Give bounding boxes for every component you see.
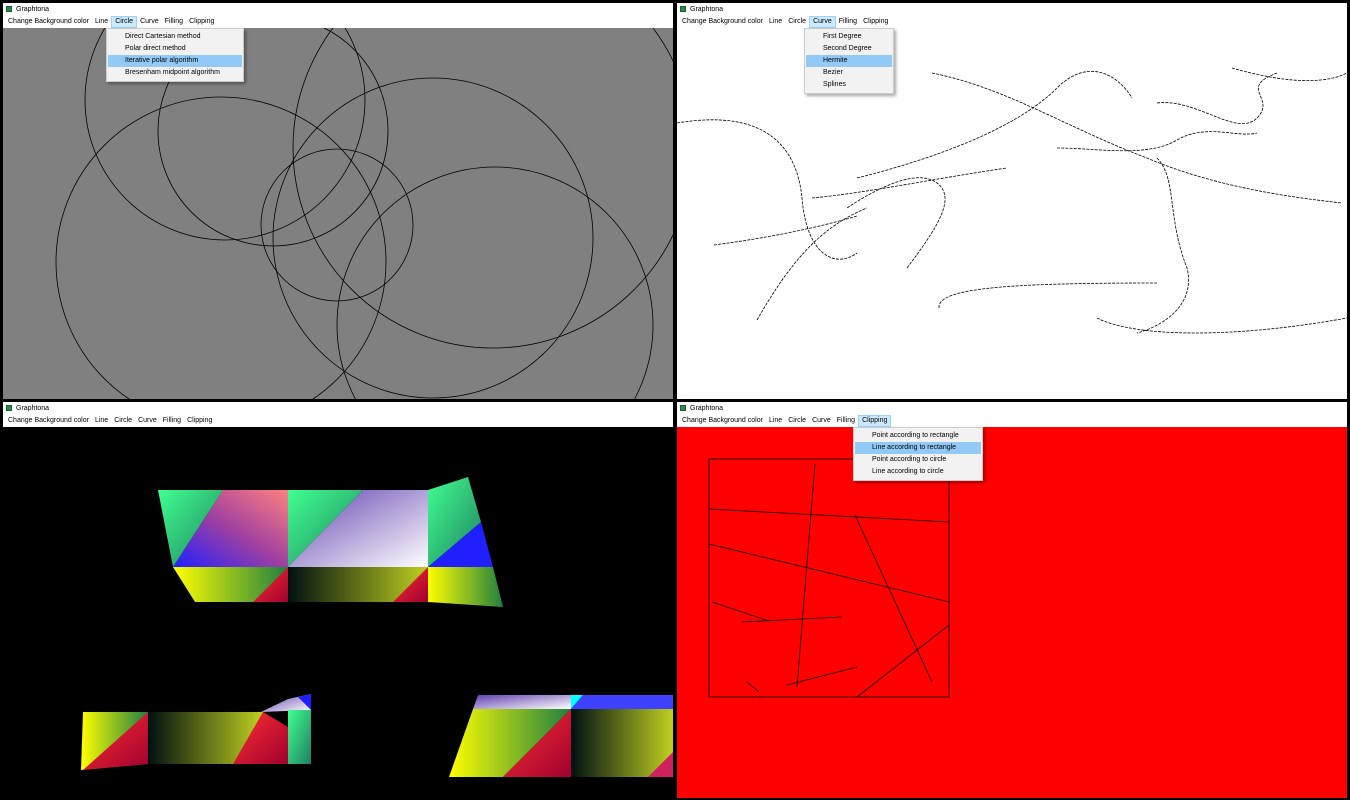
curve-shape	[756, 207, 868, 321]
menu-clipping[interactable]: Clipping	[186, 16, 217, 28]
curves-drawing	[677, 67, 1347, 334]
menu-circle[interactable]: Circle	[785, 415, 809, 427]
window-title: Graphtona	[16, 405, 50, 412]
menu-bar: Change Background color Line Circle Curv…	[3, 415, 673, 427]
circles-drawing	[55, 28, 673, 399]
menu-filling[interactable]: Filling	[836, 16, 860, 28]
drawing-canvas[interactable]	[3, 427, 673, 798]
drawing-canvas[interactable]	[677, 28, 1347, 399]
clipped-line	[711, 601, 770, 622]
menu-option-iterative-polar[interactable]: Iterative polar algorithm	[108, 55, 242, 67]
menu-line[interactable]: Line	[766, 16, 785, 28]
clipping-dropdown-menu: Point according to rectangle Line accord…	[853, 427, 983, 481]
clipped-line	[708, 543, 950, 603]
app-icon	[680, 6, 686, 12]
app-icon	[6, 6, 12, 12]
menu-filling[interactable]: Filling	[160, 415, 184, 427]
curve-shape	[1156, 72, 1278, 124]
window-circle: Graphtona Change Background color Line C…	[3, 3, 673, 399]
menu-change-background-color[interactable]: Change Background color	[679, 415, 766, 427]
clipped-line	[741, 616, 843, 623]
circle-shape	[272, 77, 594, 399]
title-bar: Graphtona	[3, 3, 673, 16]
menu-circle[interactable]: Circle	[111, 415, 135, 427]
menu-filling[interactable]: Filling	[162, 16, 186, 28]
menu-curve[interactable]: Curve	[135, 415, 160, 427]
clipped-line	[854, 514, 933, 683]
title-bar: Graphtona	[677, 402, 1347, 415]
curve-shape	[931, 72, 1343, 204]
menu-option-bezier[interactable]: Bezier	[806, 67, 892, 79]
curve-shape	[811, 167, 1008, 199]
menu-option-line-rectangle[interactable]: Line according to rectangle	[855, 442, 981, 454]
window-title: Graphtona	[16, 6, 50, 13]
filled-polygon-3	[449, 695, 673, 777]
menu-option-splines[interactable]: Splines	[806, 79, 892, 91]
menu-line[interactable]: Line	[766, 415, 785, 427]
drawing-canvas[interactable]	[3, 28, 673, 399]
clipped-line	[856, 624, 950, 698]
clipped-line	[796, 463, 816, 688]
menu-change-background-color[interactable]: Change Background color	[5, 16, 92, 28]
window-title: Graphtona	[690, 405, 724, 412]
curve-dropdown-menu: First Degree Second Degree Hermite Bezie…	[804, 28, 894, 94]
menu-option-direct-cartesian[interactable]: Direct Cartesian method	[108, 31, 242, 43]
curve-shape	[1231, 67, 1347, 82]
filled-polygon-1	[158, 477, 503, 607]
clipping-drawing	[708, 458, 950, 698]
curve-shape	[713, 215, 858, 246]
drawing-canvas[interactable]	[677, 427, 1347, 798]
menu-filling[interactable]: Filling	[834, 415, 858, 427]
curve-shape	[1096, 317, 1347, 334]
menu-clipping[interactable]: Clipping	[184, 415, 215, 427]
window-curve: Graphtona Change Background color Line C…	[677, 3, 1347, 399]
app-icon	[6, 405, 12, 411]
window-filling: Graphtona Change Background color Line C…	[3, 402, 673, 798]
menu-option-bresenham-midpoint[interactable]: Bresenham midpoint algorithm	[108, 67, 242, 79]
circle-shape	[55, 96, 387, 399]
menu-option-polar-direct[interactable]: Polar direct method	[108, 43, 242, 55]
window-title: Graphtona	[690, 6, 724, 13]
window-clipping: Graphtona Change Background color Line C…	[677, 402, 1347, 798]
menu-option-first-degree[interactable]: First Degree	[806, 31, 892, 43]
title-bar: Graphtona	[3, 402, 673, 415]
menu-option-point-rectangle[interactable]: Point according to rectangle	[855, 430, 981, 442]
menu-clipping[interactable]: Clipping	[860, 16, 891, 28]
menu-option-point-circle[interactable]: Point according to circle	[855, 454, 981, 466]
app-icon	[680, 405, 686, 411]
menu-circle[interactable]: Circle	[785, 16, 809, 28]
clipped-line	[746, 681, 760, 693]
menu-curve[interactable]: Curve	[137, 16, 162, 28]
menu-option-second-degree[interactable]: Second Degree	[806, 43, 892, 55]
filled-shapes-drawing	[81, 477, 673, 777]
menu-change-background-color[interactable]: Change Background color	[679, 16, 766, 28]
circle-shape	[260, 148, 414, 302]
curve-shape	[1056, 131, 1258, 152]
menu-circle[interactable]: Circle	[111, 16, 138, 28]
menu-option-line-circle[interactable]: Line according to circle	[855, 466, 981, 478]
clipped-line	[708, 508, 950, 523]
curve-shape	[846, 177, 946, 269]
curve-shape	[856, 71, 1133, 179]
menu-bar: Change Background color Line Circle Curv…	[677, 16, 1347, 28]
menu-curve[interactable]: Curve	[809, 16, 836, 28]
curve-shape	[938, 282, 1158, 309]
curve-shape	[677, 119, 858, 260]
menu-bar: Change Background color Line Circle Curv…	[3, 16, 673, 28]
filled-polygon-2	[81, 694, 311, 770]
menu-change-background-color[interactable]: Change Background color	[5, 415, 92, 427]
menu-bar: Change Background color Line Circle Curv…	[677, 415, 1347, 427]
menu-option-hermite[interactable]: Hermite	[806, 55, 892, 67]
menu-clipping[interactable]: Clipping	[858, 415, 892, 427]
curve-shape	[1136, 157, 1189, 334]
title-bar: Graphtona	[677, 3, 1347, 16]
menu-line[interactable]: Line	[92, 415, 111, 427]
menu-line[interactable]: Line	[92, 16, 111, 28]
clipping-rectangle	[708, 458, 950, 698]
menu-curve[interactable]: Curve	[809, 415, 834, 427]
circle-dropdown-menu: Direct Cartesian method Polar direct met…	[106, 28, 244, 82]
